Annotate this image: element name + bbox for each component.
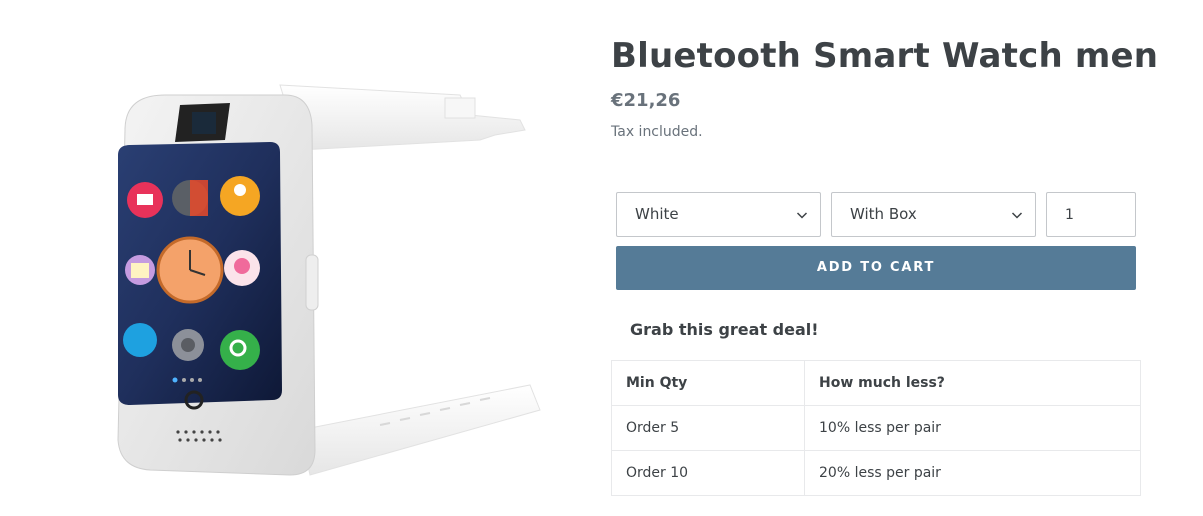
quantity-discount-table: Min Qty How much less? Order 5 10% less … xyxy=(611,360,1141,496)
column-header: How much less? xyxy=(804,360,1141,406)
column-header: Min Qty xyxy=(611,360,805,406)
table-row: Order 10 20% less per pair xyxy=(611,450,1141,496)
packaging-select-value: With Box xyxy=(850,205,917,223)
product-title: Bluetooth Smart Watch men xyxy=(611,36,1159,76)
table-cell: Order 5 xyxy=(611,405,805,451)
product-price: €21,26 xyxy=(611,90,681,111)
color-select-value: White xyxy=(635,205,679,223)
packaging-select[interactable]: With Box xyxy=(831,192,1036,237)
color-select[interactable]: White xyxy=(616,192,821,237)
table-cell: 20% less per pair xyxy=(804,450,1141,496)
deal-heading: Grab this great deal! xyxy=(630,320,819,339)
product-image xyxy=(100,70,550,500)
table-cell: 10% less per pair xyxy=(804,405,1141,451)
table-cell: Order 10 xyxy=(611,450,805,496)
table-header-row: Min Qty How much less? xyxy=(611,360,1141,406)
quantity-input[interactable] xyxy=(1046,192,1136,237)
tax-note: Tax included. xyxy=(611,124,703,140)
chevron-down-icon xyxy=(796,212,808,219)
chevron-down-icon xyxy=(1011,212,1023,219)
table-row: Order 5 10% less per pair xyxy=(611,405,1141,451)
add-to-cart-button[interactable]: ADD TO CART xyxy=(616,246,1136,290)
